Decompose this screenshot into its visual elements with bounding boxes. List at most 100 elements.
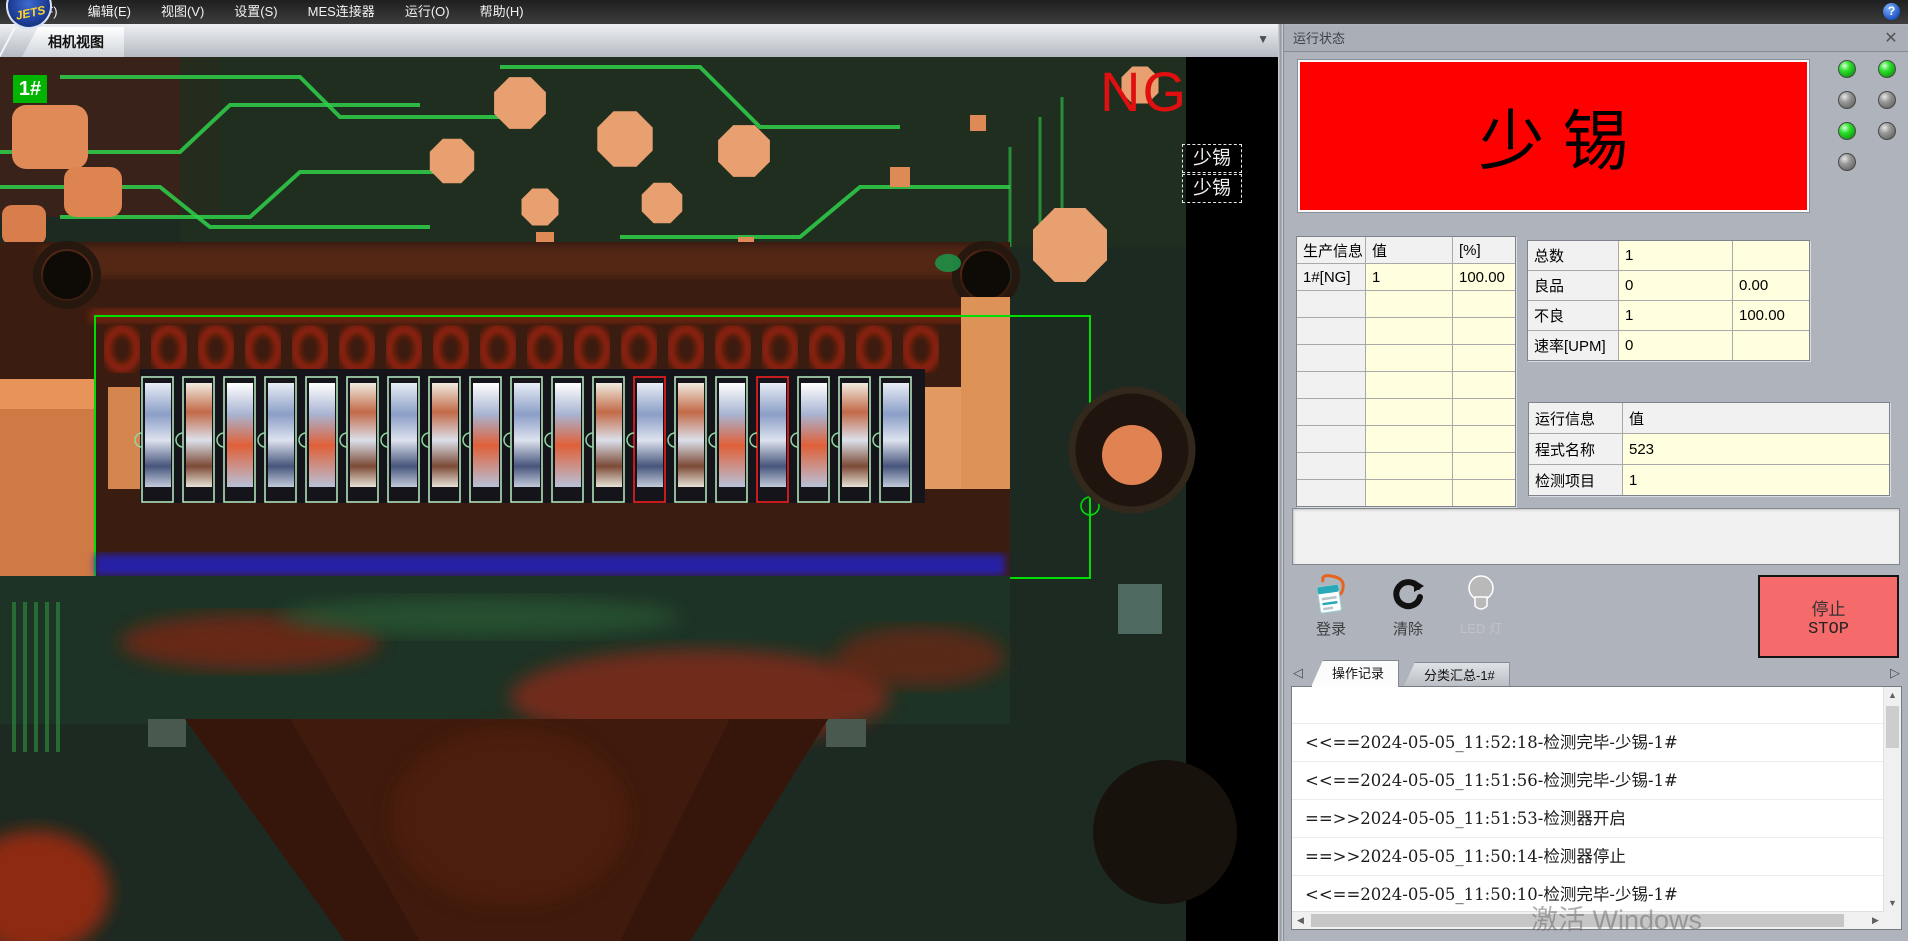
menu-bar: JETS 文件(F) 编辑(E) 视图(V) 设置(S) MES连接器 运行(O… <box>0 0 1908 24</box>
panel-title: 运行状态 <box>1293 31 1345 46</box>
camera-view-pane: 1# NG 少锡 少锡 <box>0 57 1278 941</box>
menu-edit[interactable]: 编辑(E) <box>73 0 146 24</box>
table-cell <box>1366 345 1452 371</box>
table-cell <box>1453 318 1515 344</box>
horizontal-scroll-thumb[interactable] <box>1311 914 1844 927</box>
log-entry[interactable]: ==>>2024-05-05_11:50:14-检测器停止 <box>1292 838 1884 876</box>
scroll-up-icon[interactable]: ▲ <box>1884 687 1901 704</box>
stop-label-zh: 停止 <box>1812 595 1846 620</box>
table-cell <box>1366 480 1452 506</box>
clear-button[interactable]: 清除 <box>1379 572 1437 639</box>
table-cell: 523 <box>1623 434 1889 464</box>
production-info-table: 生产信息值[%]1#[NG]1100.00 <box>1296 236 1516 507</box>
table-cell <box>1297 345 1365 371</box>
tab-scroll-right-icon[interactable]: ▷ <box>1890 665 1900 681</box>
table-cell <box>1297 453 1365 479</box>
inspection-result-label: NG <box>1100 59 1188 124</box>
status-light-gray <box>1878 122 1896 140</box>
menu-settings[interactable]: 设置(S) <box>219 0 292 24</box>
log-empty-row <box>1292 687 1884 724</box>
vertical-scrollbar[interactable]: ▲ ▼ <box>1883 687 1901 912</box>
table-header-cell: 值 <box>1366 237 1452 263</box>
table-cell <box>1366 291 1452 317</box>
table-cell <box>1297 480 1365 506</box>
table-cell: 1 <box>1366 264 1452 290</box>
table-cell <box>1453 399 1515 425</box>
operation-log-list: <<==2024-05-05_11:52:18-检测完毕-少锡-1#<<==20… <box>1291 686 1902 930</box>
log-tab-strip: ◁ 操作记录 分类汇总-1# ▷ <box>1291 660 1902 686</box>
log-entry[interactable]: <<==2024-05-05_11:50:10-检测完毕-少锡-1# <box>1292 876 1884 912</box>
table-cell <box>1453 291 1515 317</box>
table-cell <box>1366 318 1452 344</box>
table-cell: 总数 <box>1528 241 1618 270</box>
log-entry[interactable]: <<==2024-05-05_11:51:56-检测完毕-少锡-1# <box>1292 762 1884 800</box>
menu-view[interactable]: 视图(V) <box>146 0 219 24</box>
scrollbar-corner <box>1884 912 1901 929</box>
table-cell <box>1297 291 1365 317</box>
status-light-gray <box>1838 91 1856 109</box>
clear-label: 清除 <box>1379 618 1437 639</box>
table-cell: 良品 <box>1528 271 1618 300</box>
table-cell <box>1297 399 1365 425</box>
table-cell: 1#[NG] <box>1297 264 1365 290</box>
led-label: LED 灯 <box>1452 618 1510 637</box>
table-header-cell: [%] <box>1453 237 1515 263</box>
table-cell <box>1453 345 1515 371</box>
run-info-table: 运行信息值程式名称523检测项目1 <box>1528 402 1890 496</box>
chevron-down-icon[interactable]: ▼ <box>1257 32 1269 46</box>
clear-icon <box>1379 572 1437 616</box>
log-entry[interactable]: <<==2024-05-05_11:52:18-检测完毕-少锡-1# <box>1292 724 1884 762</box>
defect-label: 少锡 <box>1182 144 1242 173</box>
table-cell: 0 <box>1619 271 1732 300</box>
table-cell <box>1453 426 1515 452</box>
stop-button[interactable]: 停止 STOP <box>1758 575 1899 658</box>
table-cell <box>1453 453 1515 479</box>
table-cell <box>1733 331 1809 360</box>
table-cell: 检测项目 <box>1529 465 1622 495</box>
close-icon[interactable]: ✕ <box>1882 28 1900 50</box>
aoi-application-window: JETS 文件(F) 编辑(E) 视图(V) 设置(S) MES连接器 运行(O… <box>0 0 1908 941</box>
message-box <box>1292 508 1900 565</box>
login-button[interactable]: 登录 <box>1302 572 1360 639</box>
table-cell <box>1366 453 1452 479</box>
table-cell <box>1366 372 1452 398</box>
stop-label-en: STOP <box>1808 620 1849 639</box>
table-cell: 不良 <box>1528 301 1618 330</box>
table-cell: 程式名称 <box>1529 434 1622 464</box>
table-cell <box>1453 480 1515 506</box>
menu-run[interactable]: 运行(O) <box>390 0 465 24</box>
table-cell: 100.00 <box>1733 301 1809 330</box>
camera-image <box>0 57 1278 941</box>
horizontal-scrollbar[interactable]: ◀ ▶ <box>1292 911 1884 929</box>
login-label: 登录 <box>1302 618 1360 639</box>
table-cell: 0.00 <box>1733 271 1809 300</box>
status-light-green <box>1838 122 1856 140</box>
table-cell: 100.00 <box>1453 264 1515 290</box>
table-cell <box>1366 426 1452 452</box>
status-light-gray <box>1878 91 1896 109</box>
menu-help[interactable]: 帮助(H) <box>465 0 539 24</box>
scroll-down-icon[interactable]: ▼ <box>1884 895 1901 912</box>
tab-classification-summary[interactable]: 分类汇总-1# <box>1403 662 1510 688</box>
tab-operation-log[interactable]: 操作记录 <box>1311 660 1399 687</box>
log-entry[interactable]: ==>>2024-05-05_11:51:53-检测器开启 <box>1292 800 1884 838</box>
scroll-left-icon[interactable]: ◀ <box>1292 912 1309 929</box>
run-status-panel: 运行状态 ✕ 少锡 生产信息值[%]1#[NG]1100.00 总数1良品00.… <box>1283 24 1908 941</box>
tab-scroll-left-icon[interactable]: ◁ <box>1293 665 1303 681</box>
panel-title-bar: 运行状态 ✕ <box>1284 26 1908 52</box>
table-cell: 1 <box>1619 301 1732 330</box>
help-icon[interactable]: ? <box>1883 3 1900 20</box>
tab-camera-view[interactable]: 相机视图 <box>22 27 124 57</box>
defect-label: 少锡 <box>1182 174 1242 203</box>
scroll-right-icon[interactable]: ▶ <box>1867 912 1884 929</box>
menu-mes-connector[interactable]: MES连接器 <box>293 0 390 24</box>
defect-label-group: 少锡 少锡 <box>1182 144 1242 204</box>
table-cell <box>1366 399 1452 425</box>
led-light-button[interactable]: LED 灯 <box>1452 572 1510 637</box>
vertical-scroll-thumb[interactable] <box>1886 706 1899 748</box>
table-cell <box>1297 318 1365 344</box>
pane-splitter[interactable] <box>1278 24 1283 941</box>
status-light-green <box>1838 60 1856 78</box>
status-light-gray <box>1838 153 1856 171</box>
table-cell: 0 <box>1619 331 1732 360</box>
